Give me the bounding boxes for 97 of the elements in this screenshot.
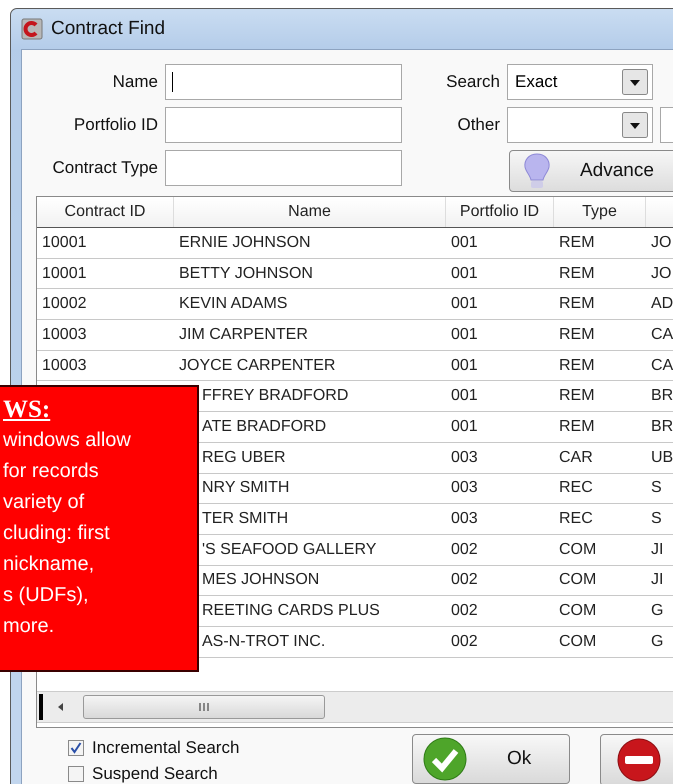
dropdown-button[interactable] xyxy=(622,112,648,138)
table-cell: REC xyxy=(559,510,593,528)
table-cell: 002 xyxy=(451,571,478,590)
table-cell: 10002 xyxy=(42,295,86,314)
table-cell: COM xyxy=(559,571,596,590)
advanced-button[interactable]: Advance xyxy=(509,150,673,192)
table-cell: 10001 xyxy=(42,234,86,252)
table-cell: G xyxy=(651,632,664,651)
table-cell: 002 xyxy=(451,540,478,559)
table-cell: REM xyxy=(559,264,595,283)
table-cell: BR xyxy=(651,387,673,406)
table-cell: 001 xyxy=(451,418,478,436)
table-cell: BETTY JOHNSON xyxy=(179,264,313,283)
checkbox[interactable] xyxy=(68,766,84,782)
field-label: Name xyxy=(112,72,158,92)
table-cell: TER SMITH xyxy=(202,510,288,528)
dropdown-button[interactable] xyxy=(622,69,648,95)
table-cell: 001 xyxy=(451,387,478,406)
input-field[interactable] xyxy=(165,64,402,100)
search-dropdown[interactable]: Exact xyxy=(507,64,653,100)
table-cell: 003 xyxy=(451,448,478,467)
table-cell: G xyxy=(651,602,664,620)
table-cell: BR xyxy=(651,418,673,436)
table-cell: REM xyxy=(559,295,595,314)
table-cell: ERNIE JOHNSON xyxy=(179,234,311,252)
field-label: Search xyxy=(445,72,500,92)
table-cell: 001 xyxy=(451,326,478,344)
horizontal-scrollbar[interactable] xyxy=(37,691,673,723)
table-cell: 10003 xyxy=(42,326,86,344)
table-cell: S xyxy=(651,479,662,498)
checkbox-label: Incremental Search xyxy=(92,738,240,758)
table-cell: COM xyxy=(559,540,596,559)
window-title: Contract Find xyxy=(51,18,166,40)
table-cell: JOYCE CARPENTER xyxy=(179,356,336,375)
table-cell: CAR xyxy=(559,448,593,467)
column-header[interactable]: Contract ID xyxy=(37,197,174,227)
table-cell: JI xyxy=(651,540,664,559)
callout-text: for records xyxy=(3,459,99,484)
table-cell: REM xyxy=(559,234,595,252)
field-label: Other xyxy=(456,115,500,135)
table-cell: KEVIN ADAMS xyxy=(179,295,288,314)
table-cell: 001 xyxy=(451,264,478,283)
table-cell: COM xyxy=(559,632,596,651)
table-cell: 003 xyxy=(451,510,478,528)
table-cell: FFREY BRADFORD xyxy=(202,387,348,406)
column-header[interactable]: Name xyxy=(174,197,446,227)
field-label: Portfolio ID xyxy=(72,115,158,135)
table-cell: JI xyxy=(651,571,664,590)
table-cell: ATE BRADFORD xyxy=(202,418,326,436)
table-cell: 10003 xyxy=(42,356,86,375)
table-cell: AD xyxy=(651,295,673,314)
table-cell: NRY SMITH xyxy=(202,479,290,498)
table-cell: JIM CARPENTER xyxy=(179,326,308,344)
table-cell: AS-N-TROT INC. xyxy=(202,632,326,651)
callout-heading: WS: xyxy=(3,395,50,425)
input-field[interactable] xyxy=(165,107,402,143)
checkbox-label: Suspend Search xyxy=(92,764,218,784)
table-cell: 001 xyxy=(451,295,478,314)
callout-text: variety of xyxy=(3,490,84,515)
scroll-thumb[interactable] xyxy=(83,695,325,719)
table-cell: REM xyxy=(559,356,595,375)
table-cell: REM xyxy=(559,418,595,436)
ok-button[interactable]: Ok xyxy=(412,734,570,784)
app-icon xyxy=(21,18,43,40)
table-cell: REC xyxy=(559,479,593,498)
callout-text: s (UDFs), xyxy=(3,583,89,608)
field-label: Contract Type xyxy=(51,158,158,178)
table-cell: 10001 xyxy=(42,264,86,283)
table-cell: 'S SEAFOOD GALLERY xyxy=(202,540,376,559)
table-cell: CA xyxy=(651,356,673,375)
callout-text: windows allow xyxy=(3,428,131,453)
table-cell: MES JOHNSON xyxy=(202,571,320,590)
check-icon xyxy=(423,737,467,781)
table-cell: 003 xyxy=(451,479,478,498)
table-cell: CA xyxy=(651,326,673,344)
stop-icon xyxy=(617,738,661,782)
callout-text: more. xyxy=(3,614,54,639)
table-cell: S xyxy=(651,510,662,528)
column-header[interactable]: Portfolio ID xyxy=(446,197,554,227)
table-cell: 002 xyxy=(451,602,478,620)
table-cell: 001 xyxy=(451,356,478,375)
table-cell: UB xyxy=(651,448,673,467)
table-cell: REM xyxy=(559,387,595,406)
input-field[interactable] xyxy=(165,150,402,186)
callout-text: cluding: first xyxy=(3,521,110,546)
table-cell: JO xyxy=(651,234,672,252)
column-header[interactable]: Type xyxy=(554,197,646,227)
table-cell: 001 xyxy=(451,234,478,252)
callout-text: nickname, xyxy=(3,552,94,577)
table-cell: 002 xyxy=(451,632,478,651)
table-cell: COM xyxy=(559,602,596,620)
table-cell: JO xyxy=(651,264,672,283)
table-cell: REM xyxy=(559,326,595,344)
table-cell: REG UBER xyxy=(202,448,286,467)
grip-icon xyxy=(198,702,210,712)
checkbox[interactable] xyxy=(68,740,84,756)
table-cell: REETING CARDS PLUS xyxy=(202,602,380,620)
